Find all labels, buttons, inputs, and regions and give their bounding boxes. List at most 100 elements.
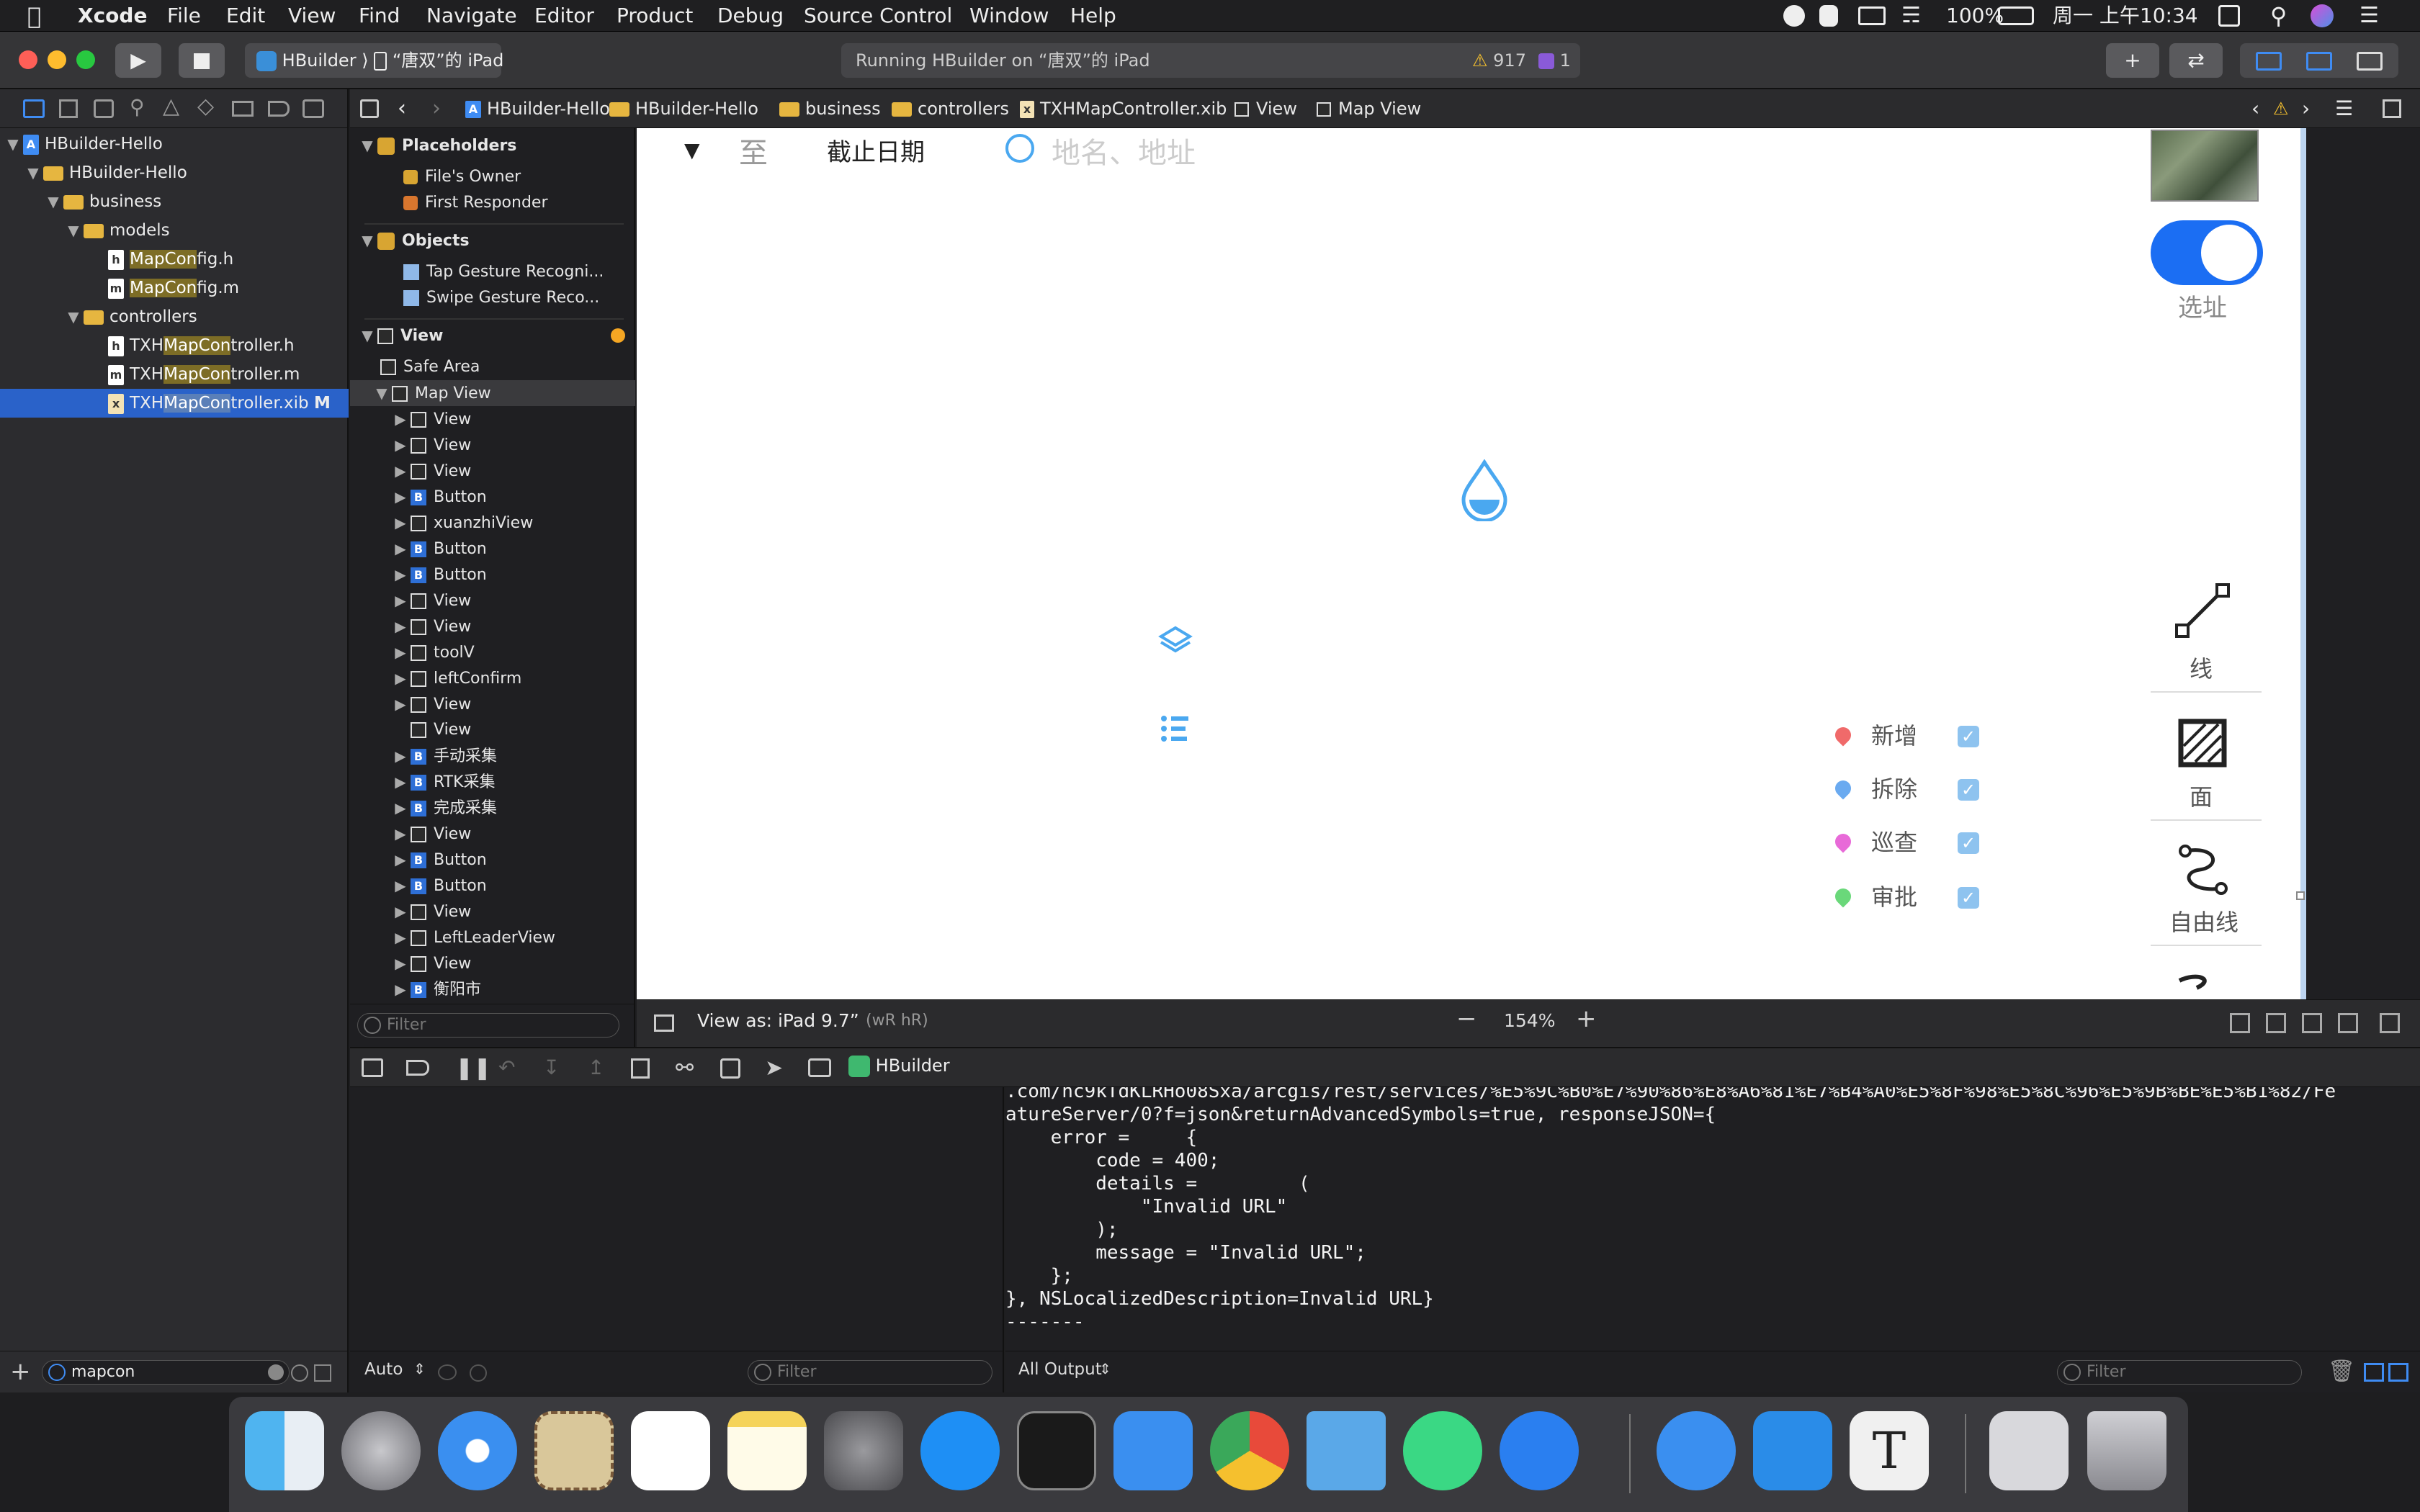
eye-icon[interactable] xyxy=(438,1364,457,1380)
outline-child-row[interactable]: ▶ View xyxy=(350,821,635,847)
view-hierarchy-icon[interactable] xyxy=(631,1058,650,1079)
process-selector[interactable]: HBuilder xyxy=(848,1056,950,1077)
disclosure-closed-icon[interactable]: ▶ xyxy=(390,406,411,432)
android-studio-icon[interactable] xyxy=(1403,1411,1482,1490)
align-icon[interactable] xyxy=(2302,1013,2322,1033)
nav-row-file-selected[interactable]: x TXHMapController.xib M xyxy=(0,389,349,418)
outline-child-row[interactable]: View xyxy=(350,717,635,743)
disclosure-closed-icon[interactable]: ▶ xyxy=(390,510,411,536)
disclosure-closed-icon[interactable]: ▶ xyxy=(390,458,411,484)
menu-source-control[interactable]: Source Control xyxy=(804,0,952,32)
menu-navigate[interactable]: Navigate xyxy=(426,0,517,32)
freehand-line-tool-icon[interactable] xyxy=(2174,841,2231,899)
outline-child-row[interactable]: ▶ View xyxy=(350,406,635,432)
resize-handle[interactable] xyxy=(2296,891,2305,900)
feishu-icon[interactable] xyxy=(1657,1411,1736,1490)
shield-icon[interactable] xyxy=(1819,5,1838,27)
zoom-window-button[interactable] xyxy=(76,50,95,69)
outline-child-row[interactable]: ▶ View xyxy=(350,458,635,484)
forward-arrow-icon[interactable]: › xyxy=(432,89,441,128)
outline-safe-area[interactable]: Safe Area xyxy=(350,354,635,380)
disclosure-closed-icon[interactable]: ▶ xyxy=(390,847,411,873)
more-tools-icon[interactable] xyxy=(2175,972,2226,998)
disclosure-closed-icon[interactable]: ▶ xyxy=(390,691,411,717)
apple-menu-icon[interactable]:  xyxy=(27,0,41,32)
outline-objects[interactable]: ▼ Objects xyxy=(350,228,635,253)
memory-graph-icon[interactable]: ⚯ xyxy=(676,1056,694,1081)
site-toggle-switch[interactable] xyxy=(2151,220,2263,285)
outline-child-row[interactable]: ▶ B 完成采集 xyxy=(350,795,635,821)
menu-file[interactable]: File xyxy=(167,0,201,32)
outline-child-row[interactable]: ▶ View xyxy=(350,950,635,976)
crumb-file[interactable]: x TXHMapController.xib xyxy=(1020,89,1227,128)
menu-find[interactable]: Find xyxy=(359,0,400,32)
trash-icon[interactable]: 🗑 xyxy=(2328,1359,2355,1384)
disclosure-closed-icon[interactable]: ▶ xyxy=(390,924,411,950)
outline-map-view-selected[interactable]: ▼ Map View xyxy=(350,380,635,406)
outline-placeholders[interactable]: ▼ Placeholders xyxy=(350,132,635,158)
source-control-tab-icon[interactable] xyxy=(59,99,78,118)
folder-icon[interactable] xyxy=(1307,1411,1386,1490)
menubar-clock[interactable]: 周一 上午10:34 xyxy=(2053,0,2198,32)
polygon-tool-icon[interactable] xyxy=(2174,714,2231,772)
console-output[interactable]: .com/nc9kTdKLRHo08Sxa/arcgis/rest/servic… xyxy=(1005,1087,2420,1392)
finder-icon[interactable] xyxy=(245,1411,324,1490)
variables-scope-select[interactable]: Auto xyxy=(364,1360,403,1379)
outline-tap-gesture[interactable]: Tap Gesture Recogni... xyxy=(350,259,635,285)
nav-row-project[interactable]: ▼ A HBuilder-Hello xyxy=(0,130,349,158)
crumb-view[interactable]: View xyxy=(1234,89,1297,128)
recent-files-icon[interactable] xyxy=(291,1364,308,1382)
nav-row-file[interactable]: h TXHMapController.h xyxy=(0,331,349,360)
crumb-project[interactable]: A HBuilder-Hello xyxy=(465,89,610,128)
report-tab-icon[interactable] xyxy=(302,99,324,118)
issue-warning-icon[interactable]: ⚠ xyxy=(2273,89,2289,128)
disclosure-open-icon[interactable]: ▼ xyxy=(63,302,84,331)
scheme-selector[interactable]: HBuilder ⟩ “唐双”的 iPad xyxy=(245,43,503,78)
outline-child-row[interactable]: ▶ View xyxy=(350,432,635,458)
menu-window[interactable]: Window xyxy=(969,0,1049,32)
device-config-button[interactable]: View as: iPad 9.7” xyxy=(697,1010,859,1031)
breakpoint-tab-icon[interactable] xyxy=(268,101,290,117)
hide-debug-area-icon[interactable] xyxy=(362,1058,383,1077)
disclosure-closed-icon[interactable]: ▶ xyxy=(390,613,411,639)
notes-icon[interactable] xyxy=(727,1411,807,1490)
outline-child-row[interactable]: ▶ B Button xyxy=(350,484,635,510)
outline-child-row[interactable]: ▶ B 手动采集 xyxy=(350,743,635,769)
dropdown-triangle-icon[interactable]: ▼ xyxy=(684,138,700,162)
outline-child-row[interactable]: ▶ View xyxy=(350,899,635,924)
menu-view[interactable]: View xyxy=(288,0,336,32)
library-button[interactable]: + xyxy=(2106,43,2159,78)
legend-checkbox[interactable]: ✓ xyxy=(1958,887,1979,909)
source-control-filter-icon[interactable] xyxy=(314,1364,331,1382)
disclosure-closed-icon[interactable]: ▶ xyxy=(390,899,411,924)
code-review-button[interactable]: ⇄ xyxy=(2169,43,2223,78)
debug-tab-icon[interactable] xyxy=(232,101,254,117)
back-arrow-icon[interactable]: ‹ xyxy=(398,89,406,128)
disclosure-closed-icon[interactable]: ▶ xyxy=(390,950,411,976)
step-over-icon[interactable]: ↶ xyxy=(498,1056,515,1079)
siri-icon[interactable] xyxy=(2311,4,2334,27)
warning-count[interactable]: ⚠ 917 xyxy=(1472,43,1526,78)
nav-row-file[interactable]: m TXHMapController.m xyxy=(0,360,349,389)
disclosure-open-icon[interactable]: ▼ xyxy=(357,228,377,253)
water-drop-icon[interactable] xyxy=(1459,459,1510,523)
step-into-icon[interactable]: ↧ xyxy=(543,1056,560,1079)
toggle-outline-icon[interactable] xyxy=(654,1014,674,1032)
outline-child-row[interactable]: ▶ B Button xyxy=(350,873,635,899)
notification-center-icon[interactable]: ☰ xyxy=(2360,0,2379,32)
outline-child-row[interactable]: ▶ xuanzhiView xyxy=(350,510,635,536)
variables-view[interactable]: Auto ⇕ Filter xyxy=(350,1087,1004,1392)
menu-product[interactable]: Product xyxy=(617,0,693,32)
app-menu[interactable]: Xcode xyxy=(78,0,147,32)
legend-checkbox[interactable]: ✓ xyxy=(1958,832,1979,854)
disclosure-open-icon[interactable]: ▼ xyxy=(357,323,377,348)
menu-help[interactable]: Help xyxy=(1070,0,1116,32)
crumb-controllers[interactable]: controllers xyxy=(892,89,1009,128)
zoom-out-icon[interactable]: − xyxy=(1456,1004,1477,1033)
nav-row-file[interactable]: h MapConfig.h xyxy=(0,245,349,274)
disclosure-open-icon[interactable]: ▼ xyxy=(43,187,63,216)
menu-editor[interactable]: Editor xyxy=(534,0,594,32)
xcode-icon[interactable] xyxy=(1113,1411,1193,1490)
disclosure-closed-icon[interactable]: ▶ xyxy=(390,665,411,691)
menu-edit[interactable]: Edit xyxy=(226,0,265,32)
